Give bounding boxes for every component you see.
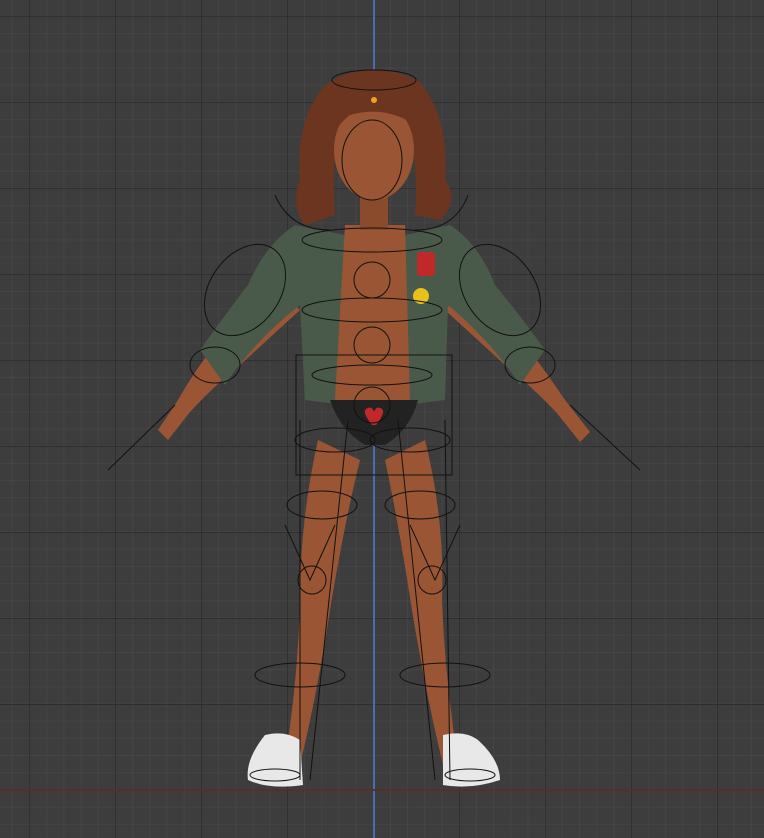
jacket: [200, 225, 345, 405]
left-leg: [285, 440, 360, 765]
jacket-patch: [417, 252, 435, 276]
3d-viewport[interactable]: [0, 0, 764, 838]
character-model[interactable]: [0, 0, 764, 838]
origin-marker[interactable]: [371, 97, 377, 103]
